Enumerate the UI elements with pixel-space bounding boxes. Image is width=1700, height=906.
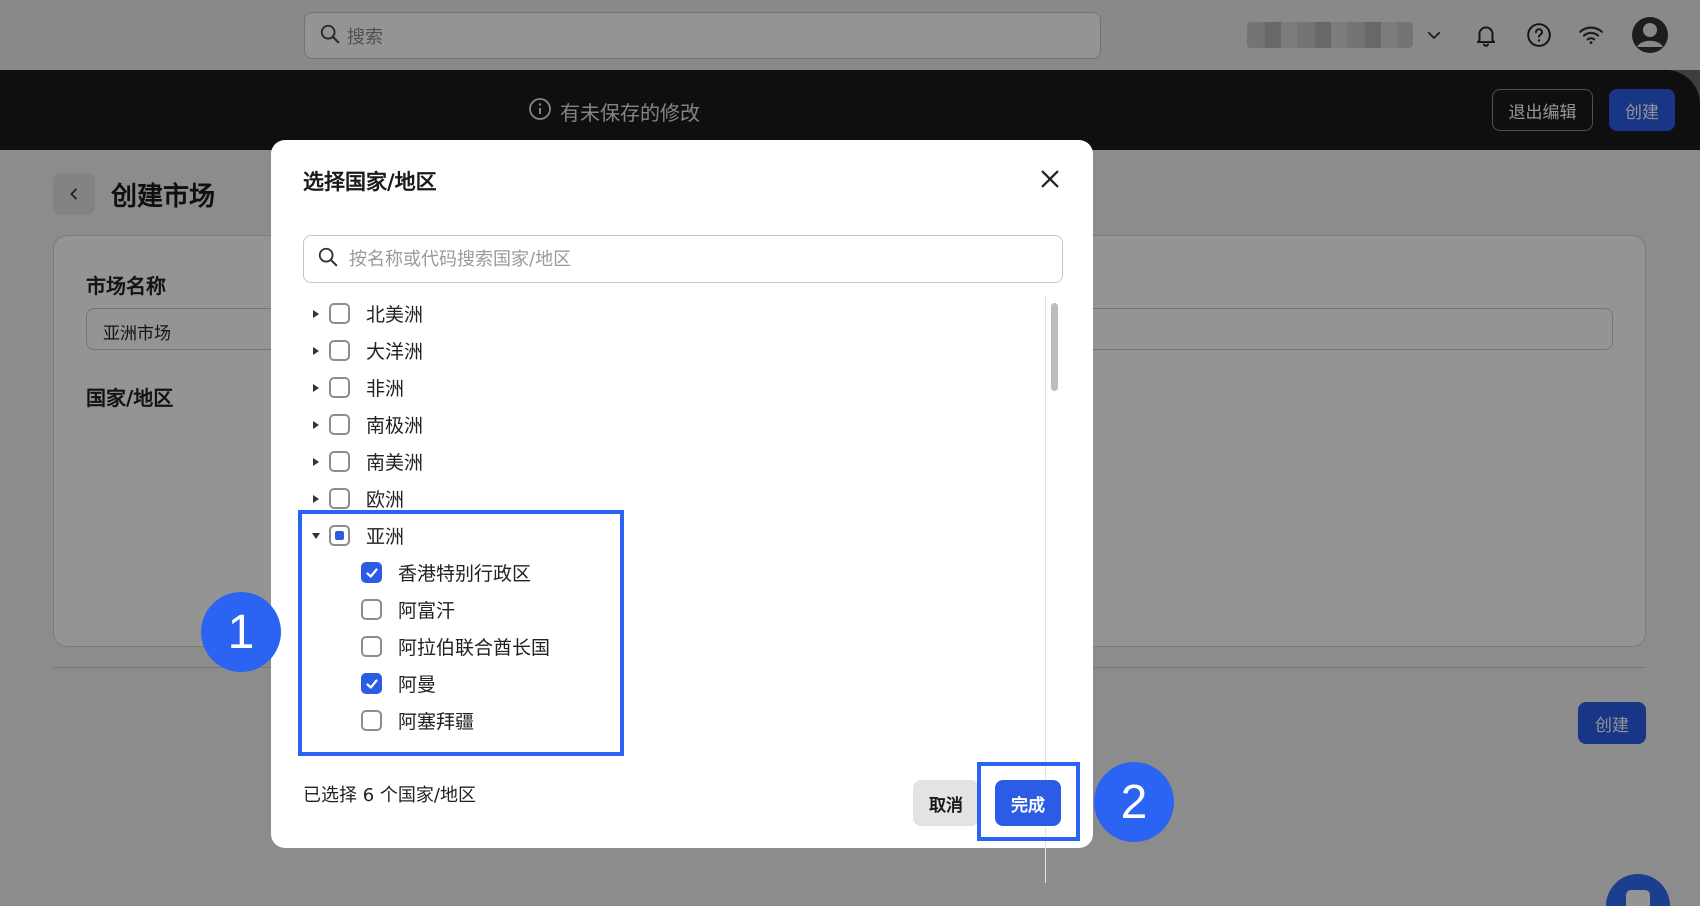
tree-scrollbar-thumb[interactable] [1051, 303, 1058, 391]
step-badge-2: 2 [1094, 762, 1174, 842]
tree-item-label: 北美洲 [366, 304, 424, 326]
tree-item-antarctica[interactable]: 南极洲 [311, 406, 423, 443]
country-search-input[interactable] [349, 248, 1029, 270]
close-icon[interactable] [1033, 162, 1067, 196]
caret-right-icon[interactable] [311, 494, 329, 504]
country-search-field[interactable] [303, 235, 1063, 283]
checkbox[interactable] [329, 377, 350, 398]
selected-count: 已选择 6 个国家/地区 [303, 785, 476, 806]
tree-item-label: 欧洲 [366, 489, 405, 511]
checkbox[interactable] [329, 303, 350, 324]
caret-right-icon[interactable] [311, 346, 329, 356]
step-badge-1: 1 [201, 592, 281, 672]
caret-right-icon[interactable] [311, 420, 329, 430]
checkbox[interactable] [329, 488, 350, 509]
highlight-box-asia [298, 510, 624, 756]
checkbox[interactable] [329, 340, 350, 361]
tree-item-label: 南美洲 [366, 452, 424, 474]
highlight-box-done [977, 762, 1080, 841]
modal-title: 选择国家/地区 [303, 170, 437, 194]
tree-item-label: 非洲 [366, 378, 405, 400]
cancel-button[interactable]: 取消 [913, 780, 979, 826]
tree-item-africa[interactable]: 非洲 [311, 369, 404, 406]
caret-right-icon[interactable] [311, 457, 329, 467]
tree-item-label: 南极洲 [366, 415, 424, 437]
search-icon [317, 246, 339, 272]
checkbox[interactable] [329, 414, 350, 435]
caret-right-icon[interactable] [311, 383, 329, 393]
tree-item-label: 大洋洲 [366, 341, 424, 363]
tree-item-south-america[interactable]: 南美洲 [311, 443, 423, 480]
caret-right-icon[interactable] [311, 309, 329, 319]
tree-item-oceania[interactable]: 大洋洲 [311, 332, 423, 369]
checkbox[interactable] [329, 451, 350, 472]
tree-item-north-america[interactable]: 北美洲 [311, 295, 423, 332]
